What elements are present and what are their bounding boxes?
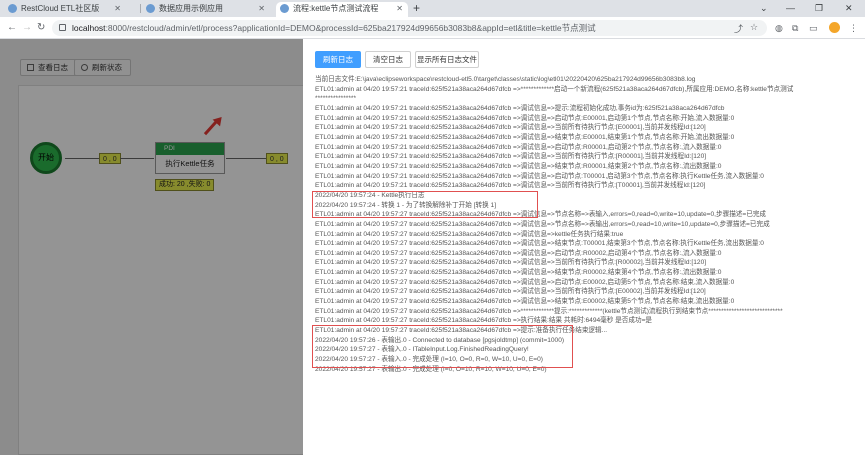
log-line: ETL01:admin at 04/20 19:57:27 traceId:62… — [315, 269, 722, 277]
reload-icon[interactable]: ↻ — [37, 20, 45, 36]
log-line: ETL01:admin at 04/20 19:57:21 traceId:62… — [315, 143, 722, 151]
log-line: ETL01:admin at 04/20 19:57:27 traceId:62… — [315, 240, 764, 248]
log-line: ETL01:admin at 04/20 19:57:27 traceId:62… — [315, 249, 722, 257]
profile-avatar[interactable] — [829, 22, 840, 33]
log-line: ETL01:admin at 04/20 19:57:21 traceId:62… — [315, 172, 764, 180]
close-window-icon[interactable]: ✕ — [845, 1, 853, 15]
browser-tab-process[interactable]: 流程:kettle节点测试流程 ✕ — [276, 2, 408, 17]
refresh-log-button[interactable]: 刷新日志 — [315, 51, 361, 68]
tab-label: 流程:kettle节点测试流程 — [293, 4, 379, 13]
close-tab-icon[interactable]: ✕ — [258, 2, 265, 15]
menu-kebab-icon[interactable]: ⋮ — [849, 22, 858, 34]
highlight-box — [312, 325, 573, 368]
app-favicon-icon — [146, 4, 155, 13]
log-line: **************** — [315, 95, 357, 103]
log-line: ETL01:admin at 04/20 19:57:21 traceId:62… — [315, 85, 794, 93]
log-line: ETL01:admin at 04/20 19:57:27 traceId:62… — [315, 278, 735, 286]
extension-icon[interactable]: ◍ — [775, 22, 783, 34]
log-line: ETL01:admin at 04/20 19:57:21 traceId:62… — [315, 104, 725, 112]
bookmark-star-icon[interactable]: ☆ — [750, 22, 758, 33]
forward-icon[interactable]: → — [22, 20, 32, 36]
log-line: ETL01:admin at 04/20 19:57:27 traceId:62… — [315, 288, 706, 296]
restcloud-favicon-icon — [8, 4, 17, 13]
share-icon[interactable]: ⤴ — [734, 22, 743, 35]
highlight-box — [312, 191, 538, 218]
log-line: ETL01:admin at 04/20 19:57:21 traceId:62… — [315, 124, 706, 132]
log-line: ETL01:admin at 04/20 19:57:27 traceId:62… — [315, 220, 770, 228]
address-bar: ← → ↻ localhost:8000/restcloud/admin/etl… — [0, 17, 865, 39]
log-line: ETL01:admin at 04/20 19:57:27 traceId:62… — [315, 307, 783, 315]
tab-search-icon[interactable]: ⌄ — [760, 1, 768, 15]
log-line: 当前日志文件:E:\java\eclipseworkspace\restclou… — [315, 76, 696, 83]
log-line: ETL01:admin at 04/20 19:57:27 traceId:62… — [315, 230, 624, 238]
back-icon[interactable]: ← — [7, 20, 17, 36]
log-line: ETL01:admin at 04/20 19:57:21 traceId:62… — [315, 133, 735, 141]
clear-log-button[interactable]: 清空日志 — [365, 51, 411, 68]
tab-label: 数据应用示例应用 — [159, 4, 223, 13]
log-line: ETL01:admin at 04/20 19:57:21 traceId:62… — [315, 182, 706, 190]
new-tab-button[interactable]: + — [413, 1, 420, 15]
side-panel-icon[interactable]: ▭ — [809, 22, 818, 34]
minimize-icon[interactable]: — — [786, 1, 795, 15]
site-info-icon[interactable] — [59, 24, 66, 31]
log-line: ETL01:admin at 04/20 19:57:21 traceId:62… — [315, 153, 707, 161]
url-text: localhost:8000/restcloud/admin/etl/proce… — [72, 23, 596, 33]
log-line: ETL01:admin at 04/20 19:57:27 traceId:62… — [315, 298, 735, 306]
browser-tab-data-app[interactable]: 数据应用示例应用 ✕ — [142, 2, 270, 17]
browser-tab-bar: RestCloud ETL社区版 ✕ 数据应用示例应用 ✕ 流程:kettle节… — [0, 0, 865, 17]
url-input[interactable]: localhost:8000/restcloud/admin/etl/proce… — [52, 20, 767, 36]
log-line: ETL01:admin at 04/20 19:57:27 traceId:62… — [315, 259, 707, 267]
log-line: ETL01:admin at 04/20 19:57:21 traceId:62… — [315, 162, 722, 170]
extensions-puzzle-icon[interactable]: ⧉ — [792, 22, 798, 34]
close-tab-icon[interactable]: ✕ — [396, 2, 403, 15]
browser-tab-restcloud[interactable]: RestCloud ETL社区版 ✕ — [4, 2, 126, 17]
log-line: ETL01:admin at 04/20 19:57:21 traceId:62… — [315, 114, 735, 122]
restore-icon[interactable]: ❐ — [815, 1, 823, 15]
tab-label: RestCloud ETL社区版 — [21, 4, 100, 13]
show-all-log-files-button[interactable]: 显示所有日志文件 — [415, 51, 479, 68]
log-drawer: 刷新日志 清空日志 显示所有日志文件 当前日志文件:E:\java\eclips… — [303, 39, 865, 455]
close-tab-icon[interactable]: ✕ — [114, 2, 121, 15]
process-favicon-icon — [280, 4, 289, 13]
tab-separator — [140, 4, 141, 13]
